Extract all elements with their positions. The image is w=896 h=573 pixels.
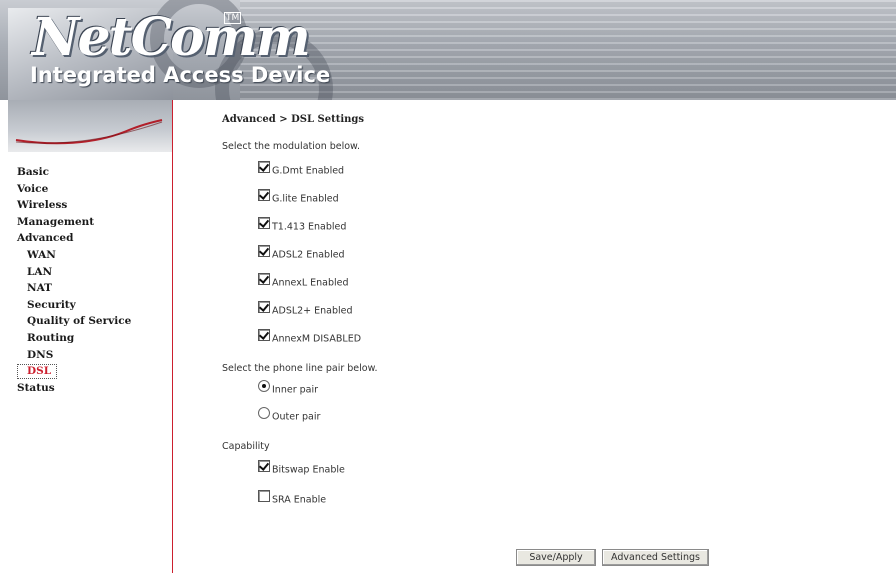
sidebar-item-dns[interactable]: DNS [17, 347, 167, 364]
sidebar-item-wan[interactable]: WAN [17, 247, 167, 264]
annexl-label: AnnexL Enabled [272, 277, 349, 289]
advanced-settings-button[interactable]: Advanced Settings [602, 549, 709, 566]
modulation-option: AnnexL Enabled [258, 273, 349, 289]
gdmt-label: G.Dmt Enabled [272, 165, 345, 177]
sidebar-item-dsl[interactable]: DSL [17, 364, 58, 380]
sidebar-divider [172, 100, 173, 573]
product-subtitle: Integrated Access Device [30, 63, 331, 87]
annexl-checkbox[interactable] [258, 273, 270, 285]
sidebar-item-nat[interactable]: NAT [17, 280, 167, 297]
capability-option: Bitswap Enable [258, 460, 345, 476]
sidebar-item-lan[interactable]: LAN [17, 264, 167, 281]
sidebar-item-basic[interactable]: Basic [17, 164, 167, 181]
bitswap-checkbox[interactable] [258, 460, 270, 472]
phone-pair-option: Inner pair [258, 380, 319, 396]
gdmt-checkbox[interactable] [258, 161, 270, 173]
phone-pair-option: Outer pair [258, 407, 321, 423]
breadcrumb: Advanced > DSL Settings [222, 114, 365, 125]
trademark-mark: TM [224, 12, 242, 24]
adsl2plus-label: ADSL2+ Enabled [272, 305, 353, 317]
t1413-label: T1.413 Enabled [272, 221, 347, 233]
modulation-option: AnnexM DISABLED [258, 329, 362, 345]
inner-pair-label: Inner pair [272, 384, 319, 396]
annexm-checkbox[interactable] [258, 329, 270, 341]
sidebar-item-wireless[interactable]: Wireless [17, 197, 167, 214]
outer-pair-radio[interactable] [258, 407, 270, 419]
glite-label: G.lite Enabled [272, 193, 339, 205]
adsl2-checkbox[interactable] [258, 245, 270, 257]
capability-option: SRA Enable [258, 490, 327, 506]
sidebar-nav: Basic Voice Wireless Management Advanced… [17, 164, 167, 396]
sra-label: SRA Enable [272, 494, 327, 506]
adsl2plus-checkbox[interactable] [258, 301, 270, 313]
sra-checkbox[interactable] [258, 490, 270, 502]
banner-stripes [240, 0, 896, 100]
sidebar-item-advanced[interactable]: Advanced [17, 230, 167, 247]
modulation-option: ADSL2+ Enabled [258, 301, 353, 317]
modulation-option: ADSL2 Enabled [258, 245, 345, 261]
glite-checkbox[interactable] [258, 189, 270, 201]
modulation-prompt: Select the modulation below. [222, 141, 360, 152]
swoosh-decoration [15, 119, 163, 145]
sidebar-item-status[interactable]: Status [17, 380, 167, 397]
capability-title: Capability [222, 441, 270, 452]
modulation-option: G.Dmt Enabled [258, 161, 345, 177]
annexm-label: AnnexM DISABLED [272, 333, 362, 345]
sidebar-item-security[interactable]: Security [17, 297, 167, 314]
save-apply-button[interactable]: Save/Apply [516, 549, 596, 566]
t1413-checkbox[interactable] [258, 217, 270, 229]
bitswap-label: Bitswap Enable [272, 464, 345, 476]
outer-pair-label: Outer pair [272, 411, 321, 423]
sidebar-item-routing[interactable]: Routing [17, 330, 167, 347]
modulation-option: T1.413 Enabled [258, 217, 347, 233]
adsl2-label: ADSL2 Enabled [272, 249, 345, 261]
netcomm-logo: NetComm [32, 7, 311, 68]
sidebar-item-dsl-row: DSL [17, 363, 167, 380]
modulation-option: G.lite Enabled [258, 189, 339, 205]
sidebar-item-voice[interactable]: Voice [17, 181, 167, 198]
sidebar-item-management[interactable]: Management [17, 214, 167, 231]
phone-pair-prompt: Select the phone line pair below. [222, 363, 378, 374]
sidebar-item-quality-of-service[interactable]: Quality of Service [17, 313, 167, 330]
header-banner: NetComm TM Integrated Access Device [0, 0, 896, 100]
inner-pair-radio[interactable] [258, 380, 270, 392]
